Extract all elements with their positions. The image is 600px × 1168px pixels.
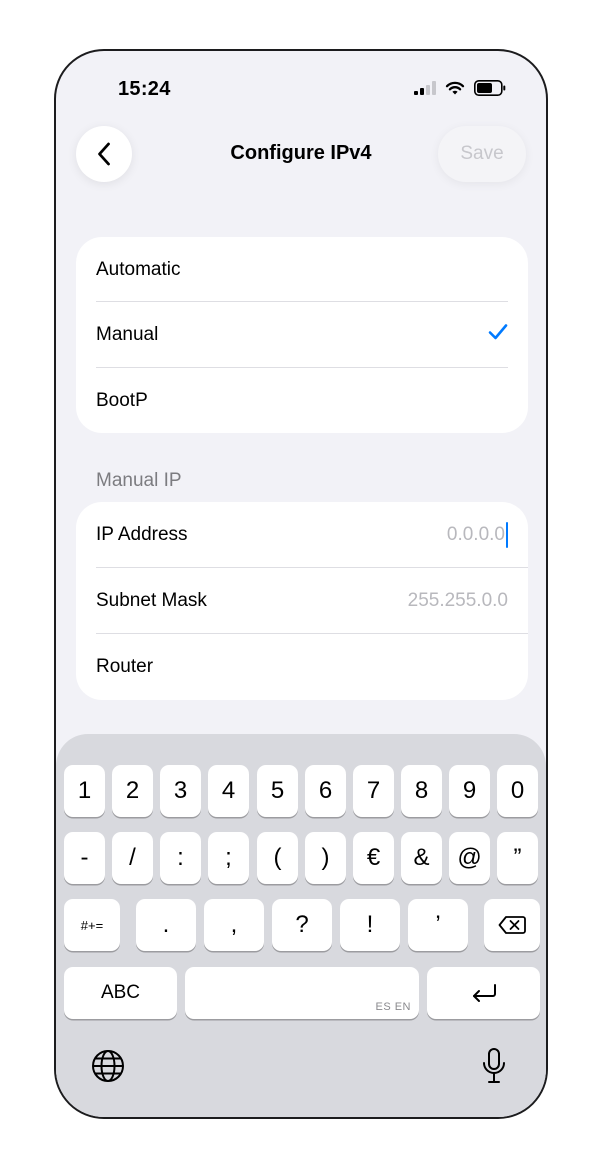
space-key[interactable]: ES EN xyxy=(185,967,419,1019)
phone-screen: 15:24 Configure IPv4 Save Automatic Manu… xyxy=(54,49,548,1119)
microphone-icon[interactable] xyxy=(481,1047,507,1090)
symbols-key[interactable]: #+= xyxy=(64,899,120,951)
key-slash[interactable]: / xyxy=(112,832,153,884)
option-label: Manual xyxy=(96,323,159,345)
key-ampersand[interactable]: & xyxy=(401,832,442,884)
key-1[interactable]: 1 xyxy=(64,765,105,817)
abc-key[interactable]: ABC xyxy=(64,967,177,1019)
ip-address-input[interactable]: 0.0.0.0 xyxy=(446,521,508,548)
key-5[interactable]: 5 xyxy=(257,765,298,817)
globe-icon[interactable] xyxy=(91,1049,125,1088)
key-quote[interactable]: ” xyxy=(497,832,538,884)
option-label: BootP xyxy=(96,389,148,411)
key-9[interactable]: 9 xyxy=(449,765,490,817)
field-label: Router xyxy=(96,655,154,677)
key-7[interactable]: 7 xyxy=(353,765,394,817)
return-key[interactable] xyxy=(427,967,540,1019)
key-2[interactable]: 2 xyxy=(112,765,153,817)
key-colon[interactable]: : xyxy=(160,832,201,884)
option-label: Automatic xyxy=(96,258,181,280)
ip-address-placeholder: 0.0.0.0 xyxy=(446,523,505,545)
wifi-icon xyxy=(445,81,465,94)
key-comma[interactable]: , xyxy=(204,899,264,951)
status-icons xyxy=(414,80,506,96)
key-4[interactable]: 4 xyxy=(208,765,249,817)
option-bootp[interactable]: BootP xyxy=(76,368,528,433)
key-period[interactable]: . xyxy=(136,899,196,951)
numeric-keyboard: 1 2 3 4 5 6 7 8 9 0 - / : ; ( ) € & @ ” … xyxy=(56,734,546,1117)
key-open-paren[interactable]: ( xyxy=(257,832,298,884)
status-time: 15:24 xyxy=(118,78,171,100)
field-label: IP Address xyxy=(96,523,188,545)
subnet-mask-input[interactable]: 255.255.0.0 xyxy=(408,590,508,612)
key-at[interactable]: @ xyxy=(449,832,490,884)
option-automatic[interactable]: Automatic xyxy=(76,237,528,302)
manual-ip-list: IP Address 0.0.0.0 Subnet Mask 255.255.0… xyxy=(76,502,528,700)
key-6[interactable]: 6 xyxy=(305,765,346,817)
key-semicolon[interactable]: ; xyxy=(208,832,249,884)
text-cursor xyxy=(506,521,508,548)
key-euro[interactable]: € xyxy=(353,832,394,884)
battery-icon xyxy=(474,80,506,96)
checkmark-icon xyxy=(488,323,508,346)
key-close-paren[interactable]: ) xyxy=(305,832,346,884)
section-header-manual-ip: Manual IP xyxy=(96,470,182,491)
key-0[interactable]: 0 xyxy=(497,765,538,817)
ip-address-field[interactable]: IP Address 0.0.0.0 xyxy=(76,502,528,567)
ipv4-mode-list: Automatic Manual BootP xyxy=(76,237,528,433)
key-3[interactable]: 3 xyxy=(160,765,201,817)
delete-key[interactable] xyxy=(484,899,540,951)
subnet-mask-field[interactable]: Subnet Mask 255.255.0.0 xyxy=(76,568,528,633)
key-question[interactable]: ? xyxy=(272,899,332,951)
key-exclamation[interactable]: ! xyxy=(340,899,400,951)
save-button[interactable]: Save xyxy=(438,126,526,182)
field-label: Subnet Mask xyxy=(96,589,207,611)
router-field[interactable]: Router xyxy=(76,634,528,699)
key-8[interactable]: 8 xyxy=(401,765,442,817)
option-manual[interactable]: Manual xyxy=(76,302,528,367)
cellular-signal-icon xyxy=(414,81,436,95)
delete-icon xyxy=(498,916,526,934)
return-icon xyxy=(472,984,496,1002)
key-apostrophe[interactable]: ’ xyxy=(408,899,468,951)
space-language-label: ES EN xyxy=(375,1001,411,1013)
key-hyphen[interactable]: - xyxy=(64,832,105,884)
